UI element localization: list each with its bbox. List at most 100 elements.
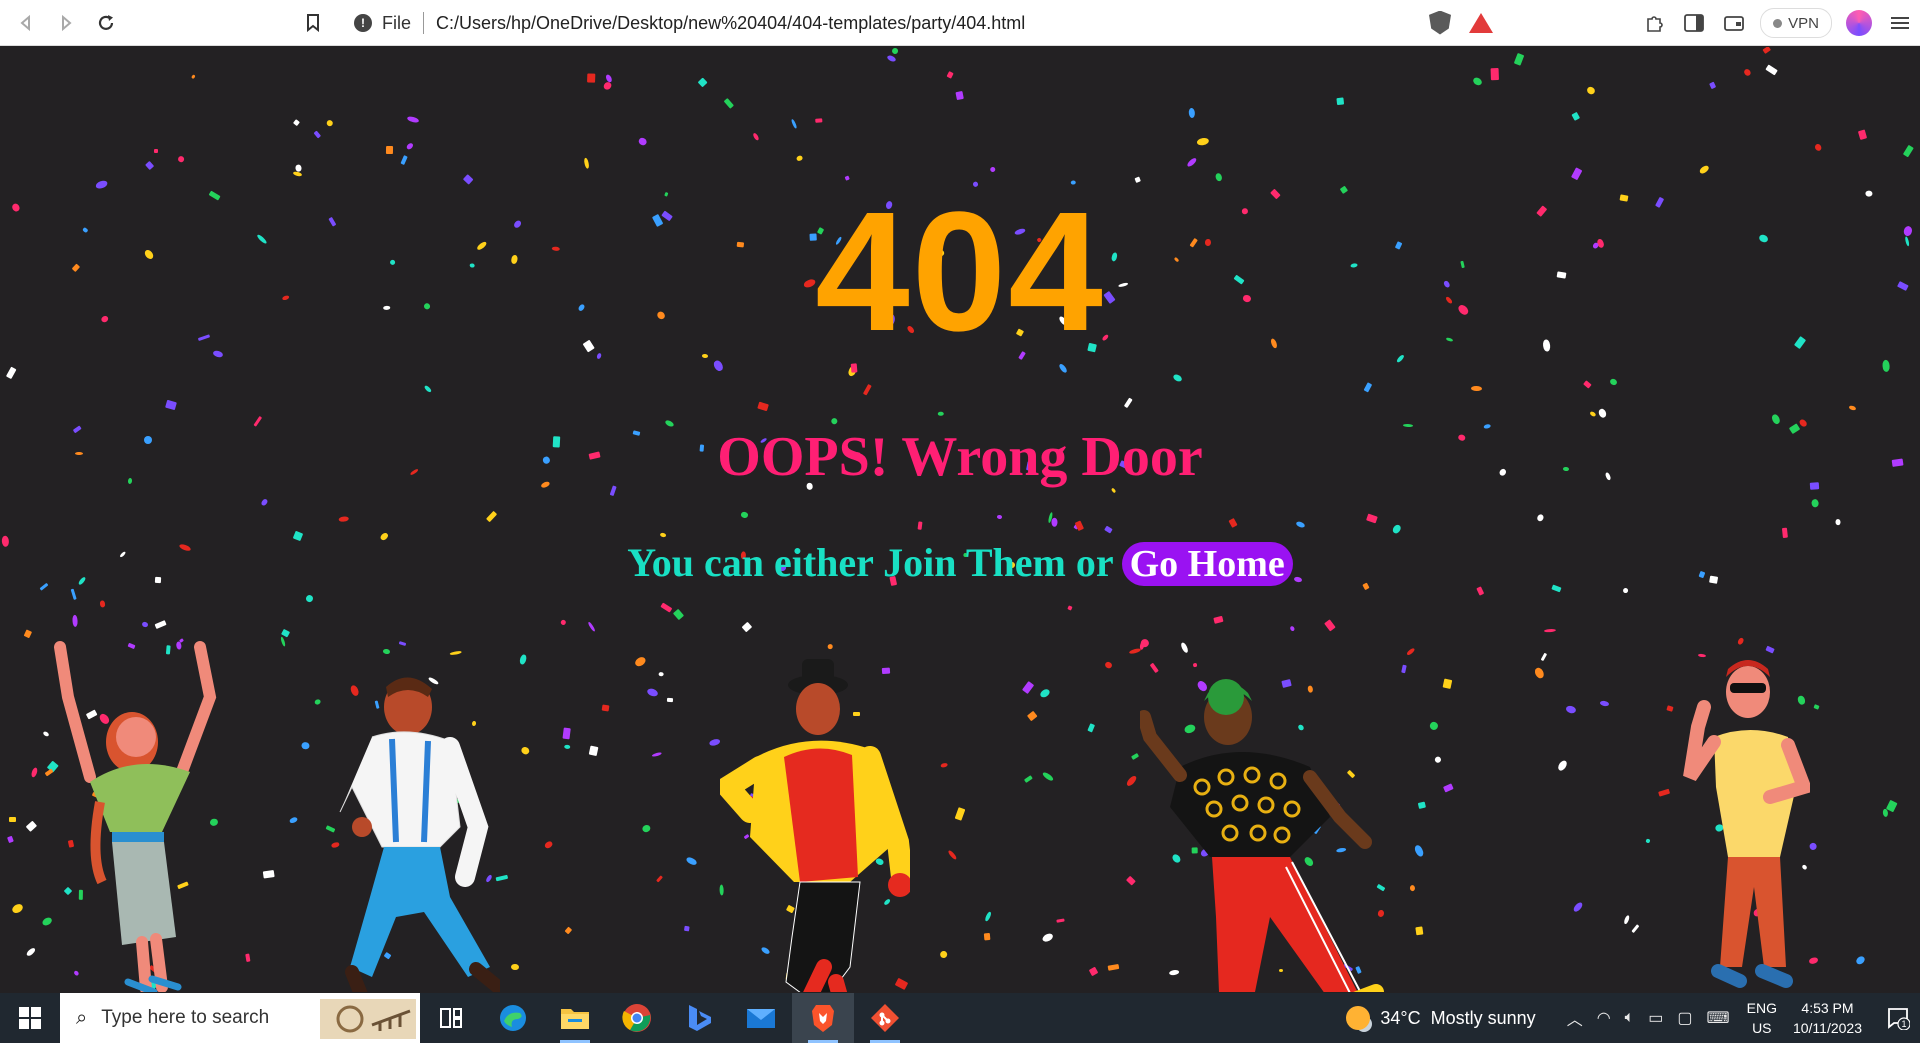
dancer-man-suspenders-illustration xyxy=(339,677,500,992)
address-bar[interactable]: ! File C:/Users/hp/OneDrive/Desktop/new%… xyxy=(340,5,1502,41)
menu-button[interactable] xyxy=(1880,0,1920,46)
back-arrow-icon xyxy=(20,14,30,31)
confetti-piece xyxy=(10,902,24,915)
confetti-piece xyxy=(1075,520,1085,532)
confetti-piece xyxy=(145,161,154,171)
confetti-piece xyxy=(26,820,38,832)
confetti-piece xyxy=(510,963,519,971)
confetti-piece xyxy=(1571,901,1584,914)
confetti-piece xyxy=(563,744,571,750)
taskbar-copilot[interactable] xyxy=(668,993,730,1043)
confetti-piece xyxy=(1130,752,1140,761)
extensions-button[interactable] xyxy=(1634,0,1674,46)
confetti-piece xyxy=(712,359,725,373)
confetti-piece xyxy=(1196,136,1210,146)
confetti-piece xyxy=(8,817,16,822)
confetti-piece xyxy=(945,71,954,79)
bookmark-button[interactable] xyxy=(293,0,333,46)
sidebar-button[interactable] xyxy=(1674,0,1714,46)
info-icon: ! xyxy=(354,14,372,32)
taskbar-mail[interactable] xyxy=(730,993,792,1043)
language-indicator[interactable]: ENG US xyxy=(1747,998,1777,1038)
confetti-piece xyxy=(1902,144,1914,158)
confetti-piece xyxy=(1857,129,1867,141)
confetti-piece xyxy=(1289,625,1296,632)
volume-icon[interactable]: 🔈︎ xyxy=(1625,1009,1635,1027)
confetti-piece xyxy=(1771,413,1782,426)
confetti-piece xyxy=(1533,666,1546,680)
vpn-status-icon xyxy=(1773,18,1783,28)
confetti-piece xyxy=(405,141,415,151)
confetti-piece xyxy=(98,600,106,608)
folder-icon xyxy=(561,1009,589,1029)
brave-rewards-button[interactable] xyxy=(1461,0,1501,46)
brave-shields-button[interactable] xyxy=(1420,0,1460,46)
task-view-button[interactable] xyxy=(420,993,482,1043)
tagline: You can either Join Them or Go Home xyxy=(0,539,1920,586)
confetti-piece xyxy=(646,687,660,698)
forward-button[interactable] xyxy=(46,0,86,46)
confetti-piece xyxy=(1434,755,1443,764)
confetti-piece xyxy=(313,130,322,139)
confetti-piece xyxy=(1565,704,1577,714)
git-diamond-icon xyxy=(871,1004,899,1032)
taskbar-edge[interactable] xyxy=(482,993,544,1043)
clock-time: 4:53 PM xyxy=(1801,1000,1854,1016)
confetti-piece xyxy=(23,629,32,640)
confetti-piece xyxy=(289,816,299,824)
chevron-up-icon[interactable]: ︿ xyxy=(1567,1006,1583,1030)
confetti-piece xyxy=(1811,498,1820,509)
profile-avatar[interactable] xyxy=(1846,10,1872,36)
wallet-button[interactable] xyxy=(1714,0,1754,46)
confetti-piece xyxy=(667,697,674,702)
confetti-piece xyxy=(1742,67,1752,77)
back-button[interactable] xyxy=(6,0,46,46)
clock[interactable]: 4:53 PM 10/11/2023 xyxy=(1793,998,1862,1038)
confetti-piece xyxy=(190,74,196,80)
taskbar-brave[interactable] xyxy=(792,993,854,1043)
confetti-piece xyxy=(954,806,966,821)
confetti-piece xyxy=(1123,397,1133,408)
taskbar-git[interactable] xyxy=(854,993,916,1043)
confetti-piece xyxy=(1179,641,1189,654)
confetti-piece xyxy=(1409,884,1416,891)
edge-browser-icon xyxy=(500,1005,526,1031)
confetti-piece xyxy=(1128,647,1142,655)
forward-arrow-icon xyxy=(62,14,72,31)
keyboard-icon[interactable]: ⌨︎ xyxy=(1707,1008,1730,1028)
network-icon[interactable]: ◠ xyxy=(1597,1008,1611,1028)
confetti-piece xyxy=(938,411,944,416)
confetti-piece xyxy=(1813,142,1823,153)
confetti-piece xyxy=(886,54,897,63)
battery-icon[interactable]: ▭ xyxy=(1648,1008,1663,1028)
start-button[interactable] xyxy=(0,993,60,1043)
reload-button[interactable] xyxy=(86,0,126,46)
meet-now-icon[interactable]: ▢ xyxy=(1677,1008,1692,1028)
notification-center-button[interactable]: 1 xyxy=(1876,993,1920,1043)
confetti-piece xyxy=(1570,167,1582,181)
confetti-piece xyxy=(752,132,761,142)
confetti-piece xyxy=(1631,924,1640,934)
taskbar-file-explorer[interactable] xyxy=(544,993,606,1043)
confetti-piece xyxy=(697,76,708,88)
go-home-button[interactable]: Go Home xyxy=(1121,542,1293,586)
weather-sun-icon xyxy=(1346,1006,1371,1030)
confetti-piece xyxy=(293,119,300,127)
confetti-piece xyxy=(1107,964,1120,971)
confetti-piece xyxy=(1882,808,1889,818)
dancer-man-fedora-illustration xyxy=(720,659,910,992)
taskbar-chrome[interactable] xyxy=(606,993,668,1043)
confetti-piece xyxy=(279,635,286,647)
confetti-piece xyxy=(939,949,948,959)
windows-taskbar: ⌕ Type here to search 34°C Mostly sunny … xyxy=(0,993,1920,1043)
vpn-button[interactable]: VPN xyxy=(1760,8,1832,38)
confetti-piece xyxy=(1583,380,1592,389)
url-text[interactable]: C:/Users/hp/OneDrive/Desktop/new%20404/4… xyxy=(436,13,1025,34)
weather-widget[interactable]: 34°C Mostly sunny xyxy=(1346,1006,1536,1030)
dancer-man-polka-illustration xyxy=(1140,679,1384,992)
notification-icon: 1 xyxy=(1888,1008,1910,1030)
confetti-piece xyxy=(1051,517,1058,527)
confetti-piece xyxy=(587,73,596,82)
taskbar-search-box[interactable]: ⌕ Type here to search xyxy=(60,993,420,1043)
hamburger-menu-icon xyxy=(1891,17,1909,29)
